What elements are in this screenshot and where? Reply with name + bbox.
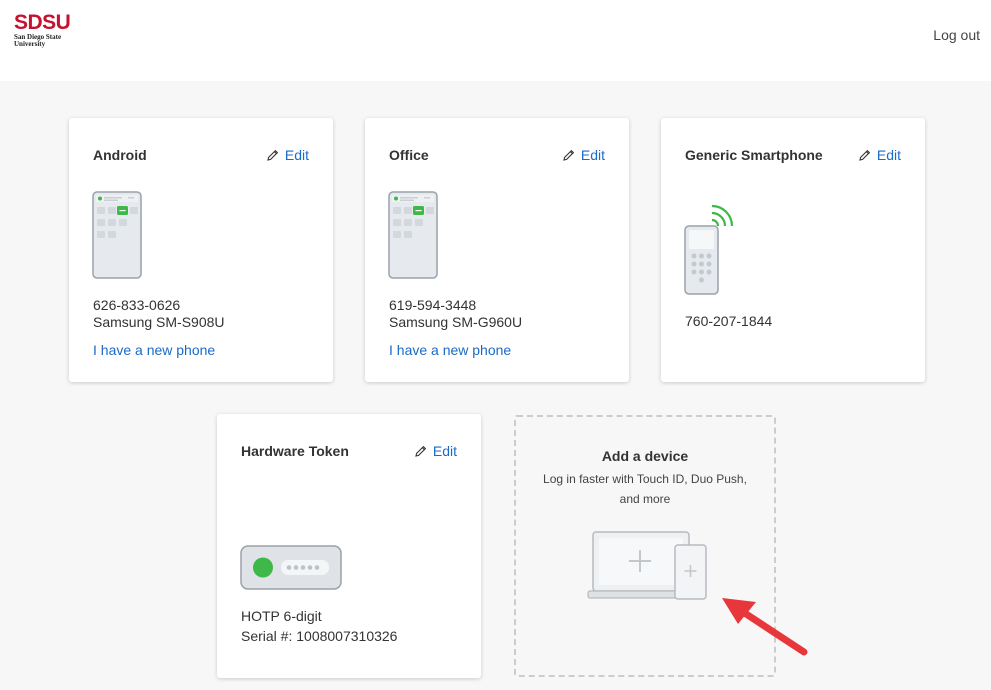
smartphone-icon — [388, 191, 438, 279]
phone-signal-icon — [684, 204, 734, 295]
pointer-arrow-icon — [722, 598, 808, 656]
device-name: Generic Smartphone — [685, 147, 823, 163]
pencil-icon — [415, 445, 427, 457]
device-name: Office — [389, 147, 429, 163]
edit-button[interactable]: Edit — [563, 147, 605, 163]
sdsu-logo[interactable]: SDSU San Diego State University — [14, 11, 71, 48]
add-device-title: Add a device — [601, 448, 689, 464]
edit-label: Edit — [580, 147, 605, 163]
header: SDSU San Diego State University Log out — [0, 0, 991, 81]
device-model: Samsung SM-G960U — [389, 314, 523, 330]
edit-label: Edit — [876, 147, 901, 163]
device-phone-number: 619-594-3448 — [389, 297, 477, 313]
edit-button[interactable]: Edit — [415, 443, 457, 459]
add-device-icon — [587, 531, 707, 600]
pencil-icon — [267, 149, 279, 161]
edit-button[interactable]: Edit — [267, 147, 309, 163]
hardware-token-icon — [240, 545, 342, 590]
device-name: Android — [93, 147, 147, 163]
device-model: Samsung SM-S908U — [93, 314, 225, 330]
device-phone-number: 626-833-0626 — [93, 297, 181, 313]
edit-label: Edit — [284, 147, 309, 163]
logo-main-text: SDSU — [14, 11, 71, 34]
device-card-hardware-token: Hardware Token Edit HOTP 6-digit Serial … — [217, 414, 481, 678]
pencil-icon — [563, 149, 575, 161]
smartphone-icon — [92, 191, 142, 279]
device-name: Hardware Token — [241, 443, 349, 459]
logo-sub-line2: University — [14, 40, 46, 48]
pencil-icon — [859, 149, 871, 161]
logout-link[interactable]: Log out — [933, 27, 980, 43]
new-phone-link[interactable]: I have a new phone — [93, 342, 215, 358]
new-phone-link[interactable]: I have a new phone — [389, 342, 511, 358]
token-type: HOTP 6-digit — [241, 608, 322, 624]
token-serial: Serial #: 1008007310326 — [241, 628, 398, 644]
edit-button[interactable]: Edit — [859, 147, 901, 163]
add-device-description: Log in faster with Touch ID, Duo Push, a… — [543, 472, 747, 506]
device-card-generic-smartphone: Generic Smartphone Edit 760-207-1844 — [661, 118, 925, 382]
edit-label: Edit — [432, 443, 457, 459]
device-card-android: Android Edit 626-833-0626 Samsung SM-S90… — [69, 118, 333, 382]
device-card-office: Office Edit 619-594-3448 Samsung SM-G960… — [365, 118, 629, 382]
device-phone-number: 760-207-1844 — [685, 313, 773, 329]
